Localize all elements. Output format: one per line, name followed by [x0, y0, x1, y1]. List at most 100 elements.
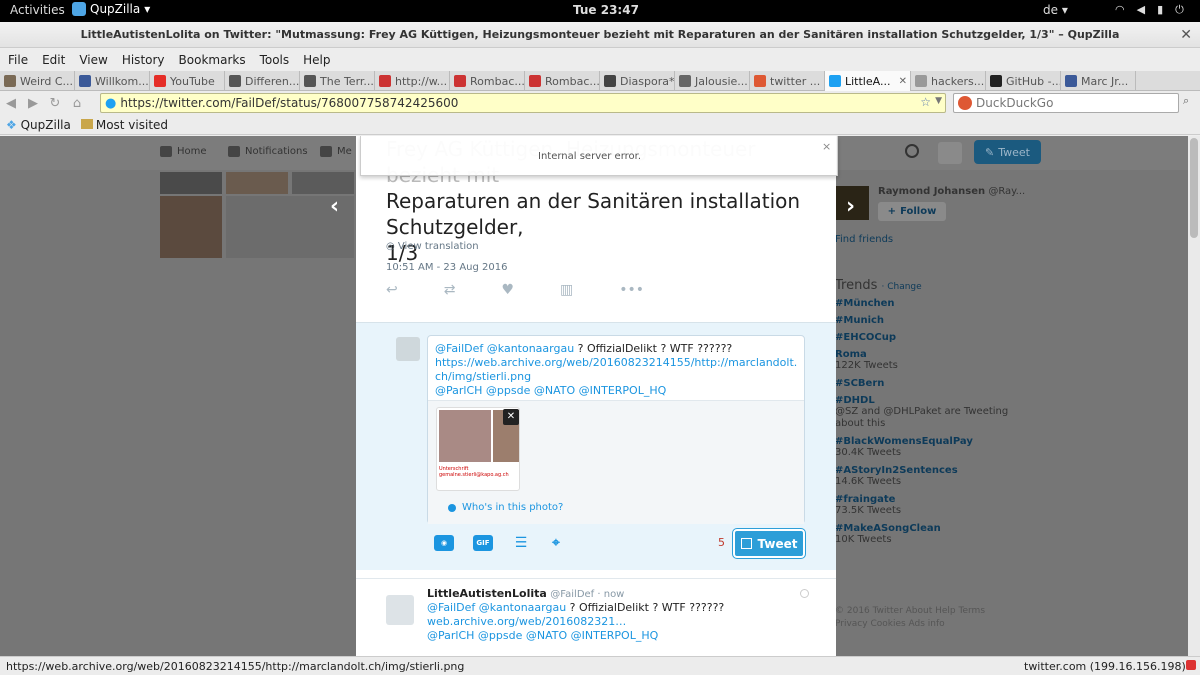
browser-tab[interactable]: hackers... [911, 71, 986, 91]
web-page[interactable]: Home Notifications Me ✎ Tweet Raymond Joh… [0, 136, 1188, 656]
browser-tab[interactable]: LittleA... ✕ [825, 71, 911, 91]
browser-tab[interactable]: http://w... [375, 71, 450, 91]
url-bar[interactable]: ● https://twitter.com/FailDef/status/768… [100, 93, 946, 113]
reload-icon[interactable]: ↻ [44, 96, 66, 111]
menu-edit[interactable]: Edit [42, 53, 65, 67]
bookmark-star-icon[interactable]: ☆ [920, 95, 931, 109]
trend-item[interactable]: Roma 122K Tweets [835, 349, 1025, 372]
media-thumbnail[interactable] [160, 172, 222, 194]
heart-icon[interactable]: ♥ [501, 282, 514, 298]
search-icon[interactable] [905, 144, 919, 158]
close-icon[interactable]: × [822, 140, 831, 153]
composer-link[interactable]: https://web.archive.org/web/201608232141… [435, 356, 797, 383]
browser-tab[interactable]: Diaspora* [600, 71, 675, 91]
trend-item[interactable]: #DHDL @SZ and @DHLPaket are Tweeting abou… [835, 395, 1025, 430]
location-icon[interactable]: ⌖ [546, 535, 566, 551]
trends-header: Trends · Change [835, 278, 922, 293]
trend-item[interactable]: #AStoryIn2Sentences 14.6K Tweets [835, 465, 1025, 488]
twitter-nav-home[interactable]: Home [160, 146, 207, 157]
gif-button[interactable]: GIF [473, 535, 493, 551]
retweet-icon[interactable]: ⇄ [444, 282, 456, 298]
activities-button[interactable]: Activities [10, 3, 65, 17]
browser-tab[interactable]: Jalousie... [675, 71, 750, 91]
back-icon[interactable]: ◀ [0, 96, 22, 111]
tab-close-icon[interactable]: ✕ [899, 76, 907, 87]
twitter-nav-notifications[interactable]: Notifications [228, 146, 308, 157]
favicon-icon [304, 75, 316, 87]
reply-author-handle[interactable]: @FailDef · now [550, 589, 624, 600]
app-menu[interactable]: QupZilla ▾ [72, 2, 150, 16]
trend-item[interactable]: #MakeASongClean 10K Tweets [835, 523, 1025, 546]
search-input[interactable]: DuckDuckGo [953, 93, 1179, 113]
system-tray[interactable]: ◠ ◀ ▮ ⏻ [1115, 3, 1184, 17]
trend-item[interactable]: #Munich [835, 315, 1025, 326]
browser-tab[interactable]: YouTube [150, 71, 225, 91]
bookmark-most-visited[interactable]: Most visited [80, 118, 168, 132]
reply-mentions-2[interactable]: @ParlCH @ppsde @NATO @INTERPOL_HQ [427, 629, 658, 642]
browser-tab[interactable]: GitHub -... [986, 71, 1061, 91]
avatar[interactable] [386, 595, 414, 625]
find-friends-link[interactable]: Find friends [835, 234, 893, 245]
reply-link[interactable]: web.archive.org/web/2016082321… [427, 615, 626, 628]
browser-tab[interactable]: twitter ... [750, 71, 825, 91]
media-thumbnail[interactable] [292, 172, 354, 194]
menu-file[interactable]: File [8, 53, 28, 67]
camera-icon[interactable]: ◉ [434, 535, 454, 551]
browser-tab[interactable]: The Terr... [300, 71, 375, 91]
menu-help[interactable]: Help [303, 53, 330, 67]
scrollbar-thumb[interactable] [1190, 138, 1198, 238]
reply-icon[interactable]: ↩ [386, 282, 398, 298]
menu-view[interactable]: View [79, 53, 107, 67]
home-icon[interactable]: ⌂ [66, 96, 88, 111]
compose-tweet-button[interactable]: ✎ Tweet [974, 140, 1041, 164]
clock[interactable]: Tue 23:47 [573, 3, 639, 17]
reply-author-name[interactable]: LittleAutistenLolita [427, 587, 547, 600]
trend-item[interactable]: #fraingate 73.5K Tweets [835, 494, 1025, 517]
gallery-prev-icon[interactable]: ‹ [330, 194, 339, 219]
browser-tab[interactable]: Weird C... [0, 71, 75, 91]
trend-item[interactable]: #SCBern [835, 378, 1025, 389]
bookmark-qupzilla[interactable]: ❖ QupZilla [6, 118, 71, 132]
remove-media-icon[interactable]: ✕ [503, 409, 519, 425]
tweet-textarea[interactable]: @FailDef @kantonaargau ? OffizialDelikt … [427, 335, 805, 524]
tag-people-link[interactable]: Who's in this photo? [448, 502, 563, 513]
trend-item[interactable]: #EHCOCup [835, 332, 1025, 343]
browser-tab[interactable]: Willkom... [75, 71, 150, 91]
poll-icon[interactable]: ☰ [511, 535, 531, 551]
adblock-icon[interactable] [1186, 660, 1196, 670]
media-thumbnail[interactable] [226, 172, 288, 194]
keyboard-layout[interactable]: de ▾ [1043, 3, 1068, 17]
trend-item[interactable]: #BlackWomensEqualPay 30.4K Tweets [835, 436, 1025, 459]
menu-history[interactable]: History [122, 53, 165, 67]
search-icon[interactable]: ⌕ [1183, 94, 1189, 108]
composer-message: ? OffizialDelikt ? WTF ?????? [574, 342, 733, 355]
media-thumbnail[interactable] [160, 196, 222, 258]
composer-mentions[interactable]: @FailDef @kantonaargau [435, 342, 574, 355]
avatar[interactable] [938, 142, 962, 164]
menu-bookmarks[interactable]: Bookmarks [179, 53, 246, 67]
browser-tab[interactable]: Rombac... [450, 71, 525, 91]
follow-button[interactable]: + Follow [878, 202, 946, 221]
volume-icon: ◀ [1136, 3, 1146, 16]
forward-icon[interactable]: ▶ [22, 96, 44, 111]
chevron-down-icon[interactable]: ▼ [935, 96, 942, 106]
menu-tools[interactable]: Tools [260, 53, 290, 67]
reply-mentions[interactable]: @FailDef @kantonaargau [427, 601, 566, 614]
page-scrollbar[interactable] [1188, 136, 1200, 656]
trend-item[interactable]: #München [835, 298, 1025, 309]
browser-tab[interactable]: Rombac... [525, 71, 600, 91]
trend-count: @SZ and @DHLPaket are Tweeting about thi… [835, 406, 1009, 429]
analytics-icon[interactable]: ▥ [560, 282, 573, 298]
window-close-icon[interactable]: ✕ [1180, 22, 1192, 48]
composer-mentions-2[interactable]: @ParlCH @ppsde @NATO @INTERPOL_HQ [435, 384, 666, 397]
view-translation-link[interactable]: ◎ View translation [386, 241, 479, 252]
browser-tab[interactable]: Differen... [225, 71, 300, 91]
browser-tab[interactable]: Marc Jr... [1061, 71, 1136, 91]
globe-icon [800, 589, 809, 598]
more-icon[interactable]: ••• [619, 282, 644, 298]
trends-change-link[interactable]: · Change [882, 282, 922, 292]
tweet-button[interactable]: Tweet [732, 528, 806, 559]
gallery-next-icon[interactable]: › [846, 194, 855, 219]
twitter-nav-messages[interactable]: Me [320, 146, 352, 157]
tab-label: Marc Jr... [1081, 74, 1129, 88]
